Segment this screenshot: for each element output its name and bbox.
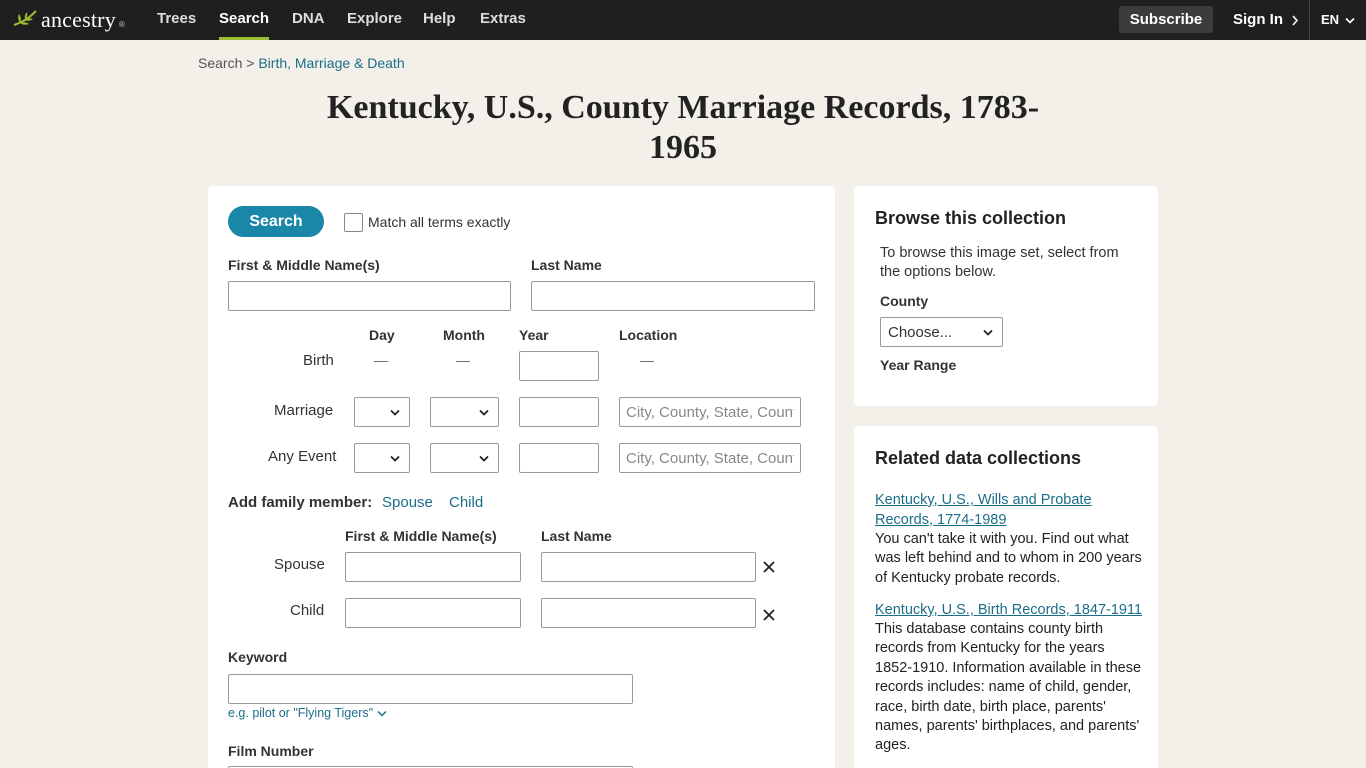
top-nav: ancestry ® Trees Search DNA Explore Help…: [0, 0, 1366, 40]
match-exact-checkbox[interactable]: [344, 213, 363, 232]
birth-year-input[interactable]: [519, 351, 599, 381]
family-first-name-label: First & Middle Name(s): [345, 528, 497, 544]
film-number-label: Film Number: [228, 743, 314, 759]
remove-child-icon[interactable]: [761, 607, 777, 623]
chevron-down-icon: [390, 455, 400, 462]
keyword-hint-text: e.g. pilot or "Flying Tigers": [228, 706, 374, 720]
browse-title: Browse this collection: [875, 208, 1067, 228]
keyword-hint-toggle[interactable]: e.g. pilot or "Flying Tigers": [228, 706, 387, 720]
add-child-link[interactable]: Child: [449, 494, 483, 511]
search-form-card: Search Match all terms exactly First & M…: [208, 186, 835, 768]
breadcrumb: Search > Birth, Marriage & Death: [198, 55, 405, 71]
browse-collection-card: Browse this collection To browse this im…: [854, 186, 1158, 406]
leaf-logo-icon: [13, 10, 37, 26]
child-first-name-input[interactable]: [345, 598, 521, 628]
any-event-day-select[interactable]: [354, 443, 410, 473]
marriage-month-select[interactable]: [430, 397, 499, 427]
county-select-value: Choose...: [888, 323, 953, 341]
related-desc-births: This database contains county birth reco…: [875, 621, 1142, 754]
spouse-first-name-input[interactable]: [345, 552, 521, 582]
last-name-label: Last Name: [531, 257, 602, 273]
page-title-line1: Kentucky, U.S., County Marriage Records,…: [326, 89, 1040, 126]
related-link-wills[interactable]: Kentucky, U.S., Wills and Probate Record…: [875, 491, 1145, 530]
breadcrumb-root[interactable]: Search: [198, 55, 242, 71]
related-link-births[interactable]: Kentucky, U.S., Birth Records, 1847-1911: [875, 601, 1145, 621]
nav-extras[interactable]: Extras: [480, 0, 526, 40]
any-event-month-select[interactable]: [430, 443, 499, 473]
logo-text: ancestry: [41, 7, 116, 32]
nav-dna[interactable]: DNA: [292, 0, 325, 40]
browse-description: To browse this image set, select from th…: [880, 245, 1119, 280]
add-family-label: Add family member:: [228, 494, 373, 511]
subscribe-button[interactable]: Subscribe: [1119, 6, 1213, 33]
page-title: Kentucky, U.S., County Marriage Records,…: [300, 88, 1066, 168]
birth-location-dash: —: [640, 352, 654, 368]
marriage-year-input[interactable]: [519, 397, 599, 427]
county-label: County: [880, 293, 929, 309]
child-last-name-input[interactable]: [541, 598, 756, 628]
related-title: Related data collections: [875, 448, 1082, 468]
keyword-label: Keyword: [228, 649, 288, 665]
year-range-label: Year Range: [880, 357, 957, 373]
birth-month-dash: —: [456, 352, 470, 368]
remove-spouse-icon[interactable]: [761, 559, 777, 575]
keyword-input[interactable]: [228, 674, 633, 704]
related-collections-card: Related data collections Kentucky, U.S.,…: [854, 426, 1158, 768]
marriage-row-label: Marriage: [274, 402, 334, 419]
nav-help[interactable]: Help: [423, 0, 456, 40]
search-button[interactable]: Search: [228, 206, 324, 237]
ancestry-logo[interactable]: ancestry ®: [12, 7, 125, 32]
col-month-label: Month: [443, 327, 485, 343]
nav-trees[interactable]: Trees: [157, 0, 196, 40]
col-location-label: Location: [619, 327, 678, 343]
nav-search[interactable]: Search: [219, 0, 270, 40]
child-row-label: Child: [290, 602, 325, 619]
language-selector[interactable]: EN: [1321, 0, 1355, 40]
chevron-down-icon: [983, 329, 993, 336]
first-name-label: First & Middle Name(s): [228, 257, 380, 273]
col-day-label: Day: [369, 327, 395, 343]
chevron-right-icon: [1292, 14, 1299, 26]
family-last-name-label: Last Name: [541, 528, 612, 544]
chevron-down-icon: [377, 710, 387, 717]
related-desc-wills: You can't take it with you. Find out wha…: [875, 531, 1142, 586]
birth-row-label: Birth: [303, 352, 334, 369]
first-name-input[interactable]: [228, 281, 511, 311]
add-spouse-link[interactable]: Spouse: [382, 494, 433, 511]
chevron-down-icon: [479, 409, 489, 416]
last-name-input[interactable]: [531, 281, 815, 311]
language-label: EN: [1321, 12, 1340, 27]
col-year-label: Year: [519, 327, 549, 343]
spouse-last-name-input[interactable]: [541, 552, 756, 582]
nav-divider: [1309, 0, 1310, 40]
spouse-row-label: Spouse: [274, 556, 325, 573]
any-event-location-input[interactable]: [619, 443, 801, 473]
chevron-down-icon: [390, 409, 400, 416]
any-event-row-label: Any Event: [268, 448, 337, 465]
marriage-day-select[interactable]: [354, 397, 410, 427]
breadcrumb-current[interactable]: Birth, Marriage & Death: [258, 55, 404, 71]
sign-in-label: Sign In: [1233, 11, 1283, 28]
marriage-location-input[interactable]: [619, 397, 801, 427]
any-event-year-input[interactable]: [519, 443, 599, 473]
chevron-down-icon: [1345, 17, 1355, 24]
logo-trademark: ®: [118, 20, 125, 29]
chevron-down-icon: [479, 455, 489, 462]
nav-explore[interactable]: Explore: [347, 0, 402, 40]
county-select[interactable]: Choose...: [880, 317, 1003, 347]
match-exact-label: Match all terms exactly: [368, 214, 511, 230]
page-title-line2: 1965: [649, 129, 717, 166]
sign-in-button[interactable]: Sign In: [1233, 0, 1299, 40]
birth-day-dash: —: [374, 352, 388, 368]
breadcrumb-separator: >: [242, 55, 259, 71]
